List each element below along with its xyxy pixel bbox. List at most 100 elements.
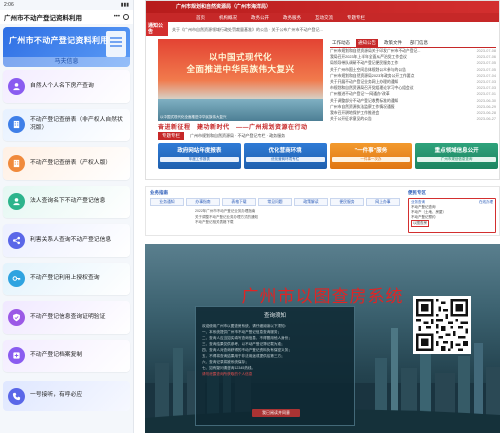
notice-marquee[interactable]: 关于《广州市自然资源领域行政处罚裁量基准》的公告 · 关于公布广州市不动产登记.… [168, 27, 323, 32]
topics-text[interactable]: 广州市规划和自然资源局 · 不动产登记专栏 · 政务服务 [190, 133, 285, 139]
agree-button[interactable]: 我已阅读并同意 [252, 409, 300, 417]
guide-tab[interactable]: 便民服务 [330, 198, 364, 206]
banner-subtitle: 马夫信息 [3, 57, 130, 67]
building-icon [8, 154, 25, 172]
signal-icon: ▮▮▮ [120, 2, 129, 8]
menu-item-label: 法人查询名下不动产登记信息 [30, 198, 106, 204]
nav-item[interactable]: 专题专栏 [347, 13, 365, 22]
nav-item[interactable]: 互动交流 [315, 13, 333, 22]
dialog-warning: 请勿泄露查询所获取的个人信息 [202, 372, 253, 376]
service-cards: 政府网站年度报表 年度工作报表 优化营商环境 优化营商环境专栏 "一件事"服务 … [158, 143, 498, 169]
menu-item-register-nonowner[interactable]: 不动产登记查册表（非产权人自然状况版） [3, 108, 130, 141]
nav-item[interactable]: 政务服务 [283, 13, 301, 22]
menu-item-label: 利害关系人查询不动产登记信息 [30, 236, 112, 243]
key-icon [8, 270, 25, 288]
convenience-heading: 便民专区 [408, 190, 426, 195]
nav-item[interactable]: 首页 [196, 13, 205, 22]
topics-tag: 专题专栏 [158, 132, 184, 140]
guide-heading: 业务指南 [150, 190, 168, 195]
dialog-title: 查询须知 [263, 313, 286, 319]
menu-item-label: 不动产登记信息查询证明验证 [30, 313, 106, 320]
menu-item-interested-party-query[interactable]: 利害关系人查询不动产登记信息 [3, 224, 130, 257]
menu-item-register-owner[interactable]: 不动产登记查册表（产权人版） [3, 147, 130, 180]
map-query-link[interactable]: 以图查房 [411, 220, 429, 227]
tab-policy[interactable]: 政策文件 [382, 39, 404, 47]
qr-code-image [413, 296, 471, 354]
hero-line-2: 全面推进中华民族伟大复兴 [186, 64, 295, 74]
share-icon [8, 231, 25, 249]
service-portal: 业务指南 业务通知 办事指南 表格下载 常见问题 政策解读 便民服务 网上办事 … [145, 186, 500, 236]
app-banner: 广州市不动产登记资料利用 马夫信息 [3, 27, 130, 67]
news-tabs: 工作动态 通知公告 政策文件 部门信息 [330, 39, 496, 48]
notice-tag: 通知公告 [146, 22, 168, 36]
shield-check-icon [8, 308, 25, 326]
convenience-zone: 便民专区 业务查询 在线办理 不动产登记查询 不动产（土地、房屋） 不动产登记预… [408, 190, 496, 234]
close-miniapp-icon[interactable] [123, 14, 129, 20]
guide-tab[interactable]: 常见问题 [258, 198, 292, 206]
service-card[interactable]: 政府网站年度报表 年度工作报表 [158, 143, 241, 169]
guide-tab[interactable]: 表格下载 [222, 198, 256, 206]
person-icon [8, 193, 25, 211]
guide-tabs: 业务通知 办事指南 表格下载 常见问题 政策解读 便民服务 网上办事 [150, 198, 400, 206]
guide-links: 2022年广州市不动产登记业务办理指南 关于调整不动产登记业务办理方式的通知 不… [150, 209, 400, 226]
service-menu: 自然人个人名下房产查询 不动产登记查册表（非产权人自然状况版） 不动产登记查册表… [0, 67, 133, 381]
gov-website: 广州市规划和自然资源局（广州市海洋局） 首页 机构概况 政务公开 政务服务 互动… [145, 0, 500, 180]
service-card[interactable]: "一件事"服务 一件事一次办 [329, 143, 413, 169]
guide-tab[interactable]: 政策解读 [294, 198, 328, 206]
business-guide: 业务指南 业务通知 办事指南 表格下载 常见问题 政策解读 便民服务 网上办事 … [150, 190, 400, 226]
guide-tab[interactable]: 业务通知 [150, 198, 184, 206]
tab-dept-info[interactable]: 部门信息 [408, 39, 430, 47]
menu-item-label: 不动产登记查册表（非产权人自然状况版） [30, 117, 123, 131]
screenshot-canvas: 2:06 ▮▮▮ 广州市不动产登记资料利用 ••• 广州市不动产登记资料利用 马… [0, 0, 500, 433]
more-icon[interactable]: ••• [114, 14, 120, 20]
news-panel: 工作动态 通知公告 政策文件 部门信息 广州市规划和自然资源局关于印发广州市不动… [330, 39, 496, 121]
service-sub: 年度工作报表 [160, 157, 239, 162]
slogan-banner: 奋进新征程 建功新时代 ——广州规划资源在行动 [158, 125, 308, 131]
menu-item-label: 不动产登记档案复制 [30, 352, 83, 358]
header-actions: ••• [114, 14, 129, 20]
copy-plus-icon [8, 347, 25, 365]
phone-icon [8, 387, 25, 405]
convenience-tab[interactable]: 在线办理 [479, 200, 493, 205]
menu-item-personal-property-query[interactable]: 自然人个人名下房产查询 [3, 70, 130, 103]
hero-caption: 以中国式现代化全面推进中华民族伟大复兴 [160, 115, 227, 119]
menu-item-archive-copy[interactable]: 不动产登记档案复制 [3, 339, 130, 372]
service-card[interactable]: 优化营商环境 优化营商环境专栏 [243, 143, 327, 169]
status-bar: 2:06 ▮▮▮ [0, 0, 133, 10]
topics-bar: 专题专栏 广州市规划和自然资源局 · 不动产登记专栏 · 政务服务 [158, 131, 498, 141]
service-title: 重点领域信息公开 [434, 148, 479, 154]
query-notice-dialog: 查询须知 欢迎使用广州市以图查房系统，请仔细阅读以下须知： 一、本系统提供广州市… [195, 306, 355, 426]
tab-notices[interactable]: 通知公告 [356, 39, 378, 47]
guide-tab[interactable]: 网上办事 [366, 198, 400, 206]
service-sub: 广州市规划信息查询 [417, 157, 496, 162]
menu-item-certificate-verify[interactable]: 不动产登记信息查询证明验证 [3, 301, 130, 334]
app-title: 广州市不动产登记资料利用 [4, 15, 82, 22]
guide-tab[interactable]: 办事指南 [186, 198, 220, 206]
service-title: "一件事"服务 [354, 148, 388, 154]
banner-title: 广州市不动产登记资料利用 [9, 36, 109, 45]
nav-item[interactable]: 机构概况 [219, 13, 237, 22]
convenience-box: 业务查询 在线办理 不动产登记查询 不动产（土地、房屋） 不动产登记预约 以图查… [408, 198, 496, 233]
menu-item-authorized-query[interactable]: 不动产登记利用上授权查询 [3, 262, 130, 295]
mobile-app: 2:06 ▮▮▮ 广州市不动产登记资料利用 ••• 广州市不动产登记资料利用 马… [0, 0, 134, 433]
service-title: 优化营商环境 [268, 148, 302, 154]
hero-banner[interactable]: 以中国式现代化 全面推进中华民族伟大复兴 以中国式现代化全面推进中华民族伟大复兴 [158, 39, 323, 121]
menu-item-legal-person-query[interactable]: 法人查询名下不动产登记信息 [3, 185, 130, 218]
status-time: 2:06 [4, 2, 14, 8]
hotline-label: 一号接听，有呼必应 [30, 392, 83, 399]
service-card[interactable]: 重点领域信息公开 广州市规划信息查询 [415, 143, 498, 169]
guide-link[interactable]: 不动产登记相关表格下载 [150, 220, 400, 226]
hotline-card[interactable]: 一号接听，有呼必应 [3, 381, 130, 411]
building-icon [8, 116, 25, 134]
tab-work-news[interactable]: 工作动态 [330, 39, 352, 47]
dialog-body: 欢迎使用广州市以图查房系统，请仔细阅读以下须知： 一、本系统提供广州市不动产登记… [196, 319, 354, 381]
map-query-system: 广州市以图查房系统 查询须知 欢迎使用广州市以图查房系统，请仔细阅读以下须知： … [145, 244, 500, 433]
site-header: 广州市规划和自然资源局（广州市海洋局） [146, 1, 499, 13]
document-icon [106, 31, 126, 57]
site-nav: 首页 机构概况 政务公开 政务服务 互动交流 专题专栏 [146, 13, 499, 22]
nav-item[interactable]: 政务公开 [251, 13, 269, 22]
service-title: 政府网站年度报表 [177, 148, 222, 154]
menu-item-label: 自然人个人名下房产查询 [30, 82, 94, 89]
menu-item-label: 不动产登记查册表（产权人版） [30, 159, 112, 166]
service-sub: 一件事一次办 [331, 157, 411, 162]
